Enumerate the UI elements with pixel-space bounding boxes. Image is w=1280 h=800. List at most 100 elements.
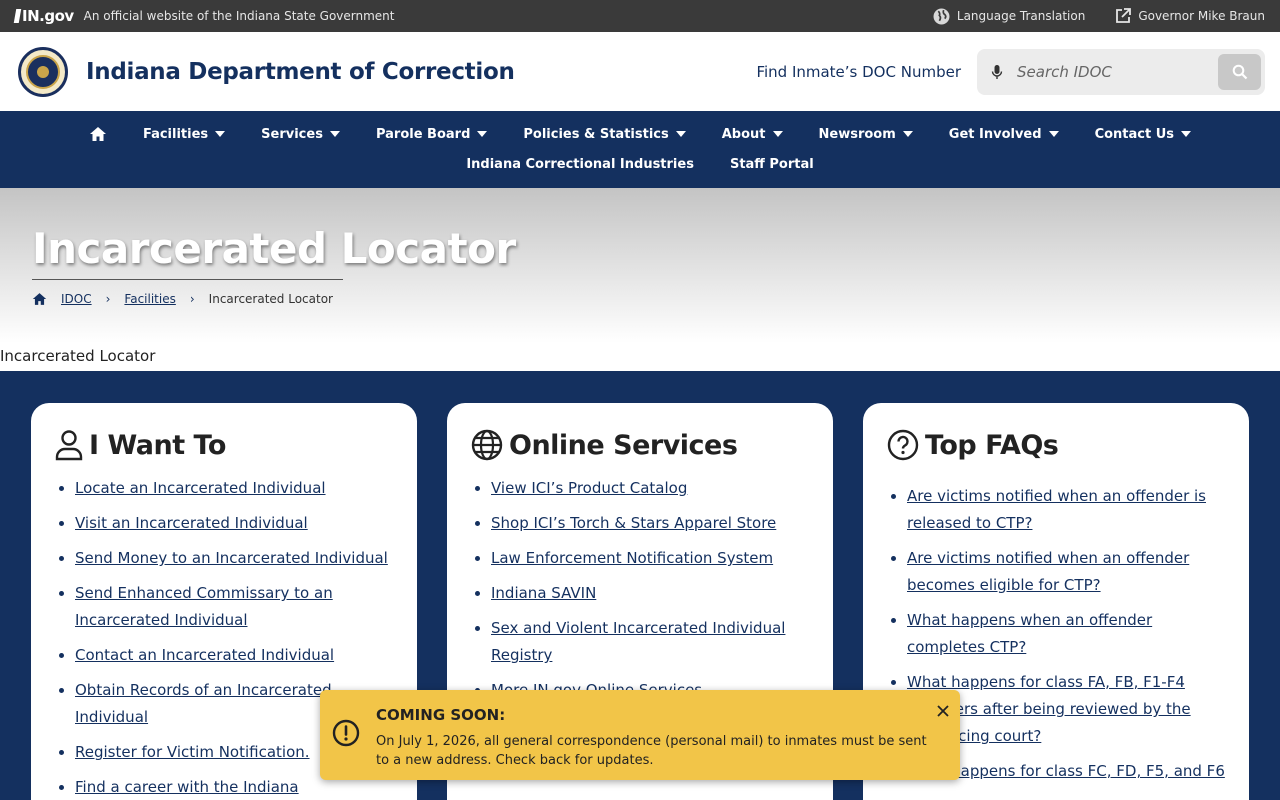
nav-parole-board[interactable]: Parole Board	[375, 126, 488, 142]
nav-label: Services	[261, 126, 323, 142]
breadcrumb-current: Incarcerated Locator	[208, 292, 333, 306]
caret-down-icon	[329, 131, 340, 137]
nav-label: About	[721, 126, 766, 142]
link-text: What happens when an offender completes …	[907, 611, 1153, 656]
caret-down-icon	[902, 131, 913, 137]
card-title: Online Services	[509, 429, 738, 461]
caret-down-icon	[477, 131, 488, 137]
find-doc-number-link[interactable]: Find Inmate’s DOC Number	[756, 63, 961, 81]
nav-label: Indiana Correctional Industries	[466, 156, 694, 172]
governor-link[interactable]: Governor Mike Braun	[1115, 8, 1265, 24]
nav-label: Policies & Statistics	[523, 126, 669, 142]
caret-down-icon	[1048, 131, 1059, 137]
link-text: Contact an Incarcerated Individual	[75, 646, 335, 664]
search-input[interactable]	[1017, 62, 1218, 81]
external-link-icon	[1116, 8, 1132, 23]
chevron-right-icon: ›	[105, 292, 111, 306]
nav-home[interactable]	[89, 126, 107, 142]
nav-label: Newsroom	[818, 126, 896, 142]
alert-circle-icon	[332, 719, 360, 747]
list-item[interactable]: What happens when an offender completes …	[907, 607, 1225, 661]
alert-message: On July 1, 2026, all general corresponde…	[376, 734, 927, 768]
nav-label: Parole Board	[375, 126, 471, 142]
search-button[interactable]	[1218, 53, 1261, 90]
home-icon[interactable]	[32, 292, 47, 306]
list-item[interactable]: Sex and Violent Incarcerated Individual …	[491, 615, 809, 669]
nav-label: Contact Us	[1094, 126, 1175, 142]
page-hero: Incarcerated Locator IDOC › Facilities ›…	[0, 188, 1280, 343]
site-header: Indiana Department of Correction Find In…	[0, 32, 1280, 111]
list-item[interactable]: Shop ICI’s Torch & Stars Apparel Store	[491, 510, 809, 537]
ingov-logo-mark	[13, 9, 22, 23]
main-nav: Facilities Services Parole Board Policie…	[0, 111, 1280, 188]
breadcrumb-idoc[interactable]: IDOC	[61, 292, 92, 306]
nav-label: Get Involved	[948, 126, 1042, 142]
home-icon	[89, 127, 106, 141]
list-item[interactable]: Send Money to an Incarcerated Individual	[75, 545, 393, 572]
governor-link-label: Governor Mike Braun	[1138, 9, 1265, 23]
search-icon	[1232, 64, 1247, 79]
nav-contact-us[interactable]: Contact Us	[1094, 126, 1192, 142]
list-item[interactable]: Are victims notified when an offender be…	[907, 545, 1225, 599]
state-seal-logo	[18, 46, 68, 97]
language-translation-link[interactable]: Language Translation	[933, 8, 1085, 25]
nav-about[interactable]: About	[722, 127, 783, 142]
alert-title: COMING SOON:	[376, 706, 506, 724]
list-item[interactable]: Indiana SAVIN	[491, 580, 809, 607]
link-text: Shop ICI’s Torch & Stars Apparel Store	[491, 514, 777, 532]
nav-staff-portal[interactable]: Staff Portal	[730, 157, 814, 172]
link-text: Locate an Incarcerated Individual	[75, 479, 326, 497]
breadcrumb-facilities[interactable]: Facilities	[124, 292, 175, 306]
caret-down-icon	[772, 131, 783, 137]
nav-policies-statistics[interactable]: Policies & Statistics	[523, 126, 686, 142]
nav-label: Staff Portal	[729, 156, 814, 172]
nav-correctional-industries[interactable]: Indiana Correctional Industries	[466, 157, 694, 172]
link-text: Are victims notified when an offender be…	[907, 549, 1190, 594]
link-text: Send Enhanced Commissary to an Incarcera…	[75, 584, 333, 629]
globe-icon	[471, 429, 503, 461]
caret-down-icon	[1181, 131, 1192, 137]
link-text: Are victims notified when an offender is…	[907, 487, 1206, 532]
nav-services[interactable]: Services	[261, 127, 340, 142]
link-text: Law Enforcement Notification System	[491, 549, 774, 567]
coming-soon-alert: COMING SOON: On July 1, 2026, all genera…	[320, 690, 960, 780]
caret-down-icon	[215, 131, 226, 137]
ingov-logo-text: IN.gov	[22, 7, 74, 25]
nav-newsroom[interactable]: Newsroom	[819, 127, 913, 142]
link-text: Obtain Records of an Incarcerated Indivi…	[75, 681, 332, 726]
question-circle-icon	[887, 429, 919, 461]
nav-label: Facilities	[142, 126, 209, 142]
nav-facilities[interactable]: Facilities	[142, 126, 226, 142]
site-title: Indiana Department of Correction	[86, 58, 515, 85]
ingov-logo[interactable]: IN.gov	[13, 7, 74, 25]
link-text: Find a career with the Indiana Departmen…	[75, 778, 299, 796]
page-title: Incarcerated Locator	[32, 224, 516, 273]
breadcrumb: IDOC › Facilities › Incarcerated Locator	[32, 292, 1248, 306]
microphone-icon[interactable]	[991, 64, 1003, 80]
person-icon	[55, 430, 83, 461]
card-title: I Want To	[89, 429, 226, 461]
brand[interactable]: Indiana Department of Correction	[18, 46, 515, 97]
card-title: Top FAQs	[925, 429, 1059, 461]
list-item[interactable]: Contact an Incarcerated Individual	[75, 642, 393, 669]
link-text: Sex and Violent Incarcerated Individual …	[491, 619, 786, 664]
nav-get-involved[interactable]: Get Involved	[949, 127, 1059, 142]
close-icon[interactable]	[936, 702, 950, 720]
list-item[interactable]: View ICI’s Product Catalog	[491, 475, 809, 502]
list-item[interactable]: Locate an Incarcerated Individual	[75, 475, 393, 502]
link-text: Register for Victim Notification.	[75, 743, 310, 761]
list-item[interactable]: Are victims notified when an offender is…	[907, 483, 1225, 537]
title-divider	[32, 279, 343, 280]
link-text: Indiana SAVIN	[491, 584, 597, 602]
top-bar: IN.gov An official website of the Indian…	[0, 0, 1280, 32]
list-item[interactable]: Send Enhanced Commissary to an Incarcera…	[75, 580, 393, 634]
caret-down-icon	[675, 131, 686, 137]
chevron-right-icon: ›	[189, 292, 195, 306]
link-text: Send Money to an Incarcerated Individual	[75, 549, 388, 567]
link-text: View ICI’s Product Catalog	[491, 479, 688, 497]
language-translation-label: Language Translation	[956, 9, 1086, 23]
list-item[interactable]: Law Enforcement Notification System	[491, 545, 809, 572]
list-item[interactable]: Visit an Incarcerated Individual	[75, 510, 393, 537]
link-text: Visit an Incarcerated Individual	[75, 514, 308, 532]
globe-icon	[933, 8, 950, 24]
